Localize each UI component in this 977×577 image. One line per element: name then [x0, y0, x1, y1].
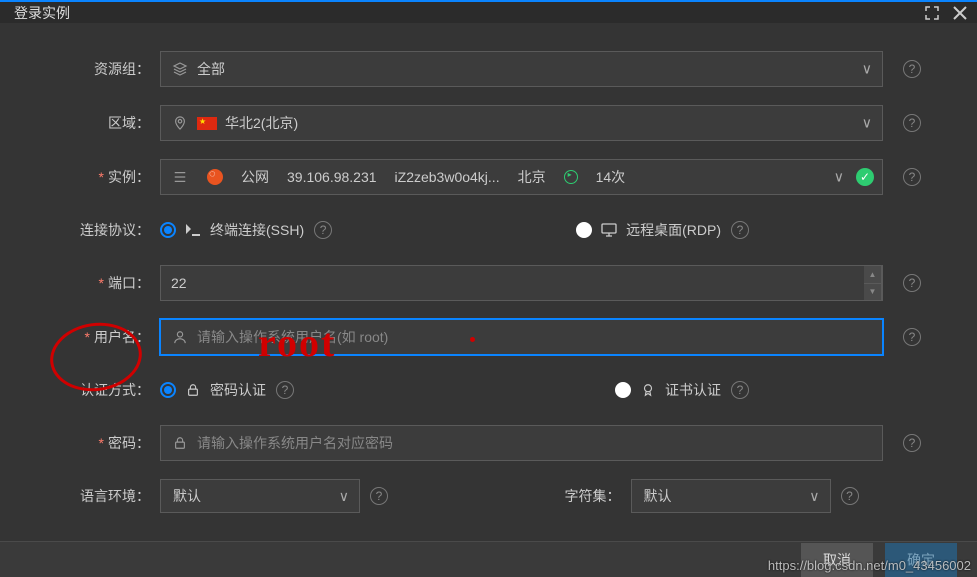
- radio-unselected-icon: [615, 382, 631, 398]
- chevron-down-icon: ∨: [809, 488, 819, 505]
- desktop-icon: [600, 221, 618, 239]
- help-icon[interactable]: ?: [903, 274, 921, 292]
- lock-icon: [184, 381, 202, 399]
- region-select[interactable]: 华北2(北京) ∨: [160, 105, 883, 141]
- row-password: 密码： ?: [48, 425, 921, 461]
- protocol-ssh-label: 终端连接(SSH): [210, 220, 304, 240]
- help-icon[interactable]: ?: [903, 114, 921, 132]
- status-running-icon: [564, 170, 578, 184]
- label-region: 区域：: [48, 113, 160, 133]
- password-input-wrap: [160, 425, 883, 461]
- chevron-down-icon: ∨: [862, 115, 872, 132]
- instance-ip: 39.106.98.231: [287, 169, 377, 185]
- close-icon[interactable]: [953, 6, 967, 20]
- label-username: 用户名：: [48, 327, 160, 347]
- label-locale: 语言环境：: [48, 486, 160, 506]
- chevron-down-icon: ∨: [834, 169, 844, 186]
- location-icon: [171, 114, 189, 132]
- radio-selected-icon: [160, 222, 176, 238]
- username-input[interactable]: [197, 320, 872, 354]
- row-protocol: 连接协议： 终端连接(SSH) ? 远程桌面(RDP): [48, 213, 921, 247]
- help-icon[interactable]: ?: [903, 60, 921, 78]
- row-region: 区域： 华北2(北京) ∨ ?: [48, 105, 921, 141]
- label-charset: 字符集：: [561, 486, 631, 506]
- charset-select[interactable]: 默认 ∨: [631, 479, 831, 513]
- protocol-rdp-option[interactable]: 远程桌面(RDP) ?: [576, 220, 749, 240]
- radio-unselected-icon: [576, 222, 592, 238]
- radio-selected-icon: [160, 382, 176, 398]
- help-icon[interactable]: ?: [903, 328, 921, 346]
- watermark-text: https://blog.csdn.net/m0_43456002: [768, 558, 971, 573]
- password-input[interactable]: [197, 426, 872, 460]
- help-icon[interactable]: ?: [903, 168, 921, 186]
- user-icon: [171, 328, 189, 346]
- certificate-icon: [639, 381, 657, 399]
- locale-value: 默认: [173, 486, 201, 506]
- region-value: 华北2(北京): [225, 113, 298, 133]
- flag-cn-icon: [197, 117, 217, 130]
- ubuntu-icon: [207, 169, 223, 185]
- terminal-icon: [184, 221, 202, 239]
- port-input-wrap: ▲ ▼: [160, 265, 883, 301]
- help-icon[interactable]: ?: [731, 381, 749, 399]
- spinner-down[interactable]: ▼: [864, 284, 881, 301]
- help-icon[interactable]: ?: [276, 381, 294, 399]
- auth-password-label: 密码认证: [210, 380, 266, 400]
- auth-cert-label: 证书认证: [665, 380, 721, 400]
- row-auth: 认证方式： 密码认证 ? 证书认证 ?: [48, 373, 921, 407]
- label-protocol: 连接协议：: [48, 220, 160, 240]
- row-instance: 实例： 公网 39.106.98.231 iZ2zeb3w0o4kj... 北京…: [48, 159, 921, 195]
- dialog-title: 登录实例: [14, 3, 70, 23]
- row-locale-charset: 语言环境： 默认 ∨ ? 字符集： 默认 ∨ ?: [48, 479, 921, 513]
- spinner-up[interactable]: ▲: [864, 266, 881, 284]
- dialog-body: 资源组： 全部 ∨ ? 区域：: [0, 23, 977, 541]
- protocol-ssh-option[interactable]: 终端连接(SSH) ?: [160, 220, 332, 240]
- instance-select[interactable]: 公网 39.106.98.231 iZ2zeb3w0o4kj... 北京 14次…: [160, 159, 883, 195]
- help-icon[interactable]: ?: [731, 221, 749, 239]
- stack-icon: [171, 60, 189, 78]
- row-resource-group: 资源组： 全部 ∨ ?: [48, 51, 921, 87]
- protocol-rdp-label: 远程桌面(RDP): [626, 220, 721, 240]
- help-icon[interactable]: ?: [370, 487, 388, 505]
- check-icon: ✓: [856, 168, 874, 186]
- row-username: 用户名： ?: [48, 319, 921, 355]
- instance-loc: 北京: [518, 167, 546, 187]
- list-icon: [171, 168, 189, 186]
- row-port: 端口： ▲ ▼ ?: [48, 265, 921, 301]
- instance-count: 14次: [596, 167, 626, 187]
- resource-group-select[interactable]: 全部 ∨: [160, 51, 883, 87]
- auth-cert-option[interactable]: 证书认证 ?: [615, 380, 749, 400]
- maximize-icon[interactable]: [925, 6, 939, 20]
- resource-group-value: 全部: [197, 59, 225, 79]
- instance-net: 公网: [241, 167, 269, 187]
- instance-id: iZ2zeb3w0o4kj...: [395, 169, 500, 185]
- label-auth: 认证方式：: [48, 380, 160, 400]
- titlebar-controls: [925, 6, 967, 20]
- help-icon[interactable]: ?: [841, 487, 859, 505]
- help-icon[interactable]: ?: [903, 434, 921, 452]
- login-instance-dialog: 登录实例 资源组： 全部: [0, 0, 977, 577]
- titlebar: 登录实例: [0, 0, 977, 23]
- port-input[interactable]: [171, 266, 864, 300]
- label-instance: 实例：: [48, 167, 160, 187]
- username-input-wrap: [160, 319, 883, 355]
- locale-select[interactable]: 默认 ∨: [160, 479, 360, 513]
- chevron-down-icon: ∨: [862, 61, 872, 78]
- label-resource-group: 资源组：: [48, 59, 160, 79]
- lock-icon: [171, 434, 189, 452]
- label-password: 密码：: [48, 433, 160, 453]
- port-spinner: ▲ ▼: [864, 265, 882, 301]
- chevron-down-icon: ∨: [339, 488, 349, 505]
- auth-password-option[interactable]: 密码认证 ?: [160, 380, 294, 400]
- charset-value: 默认: [644, 486, 672, 506]
- help-icon[interactable]: ?: [314, 221, 332, 239]
- label-port: 端口：: [48, 273, 160, 293]
